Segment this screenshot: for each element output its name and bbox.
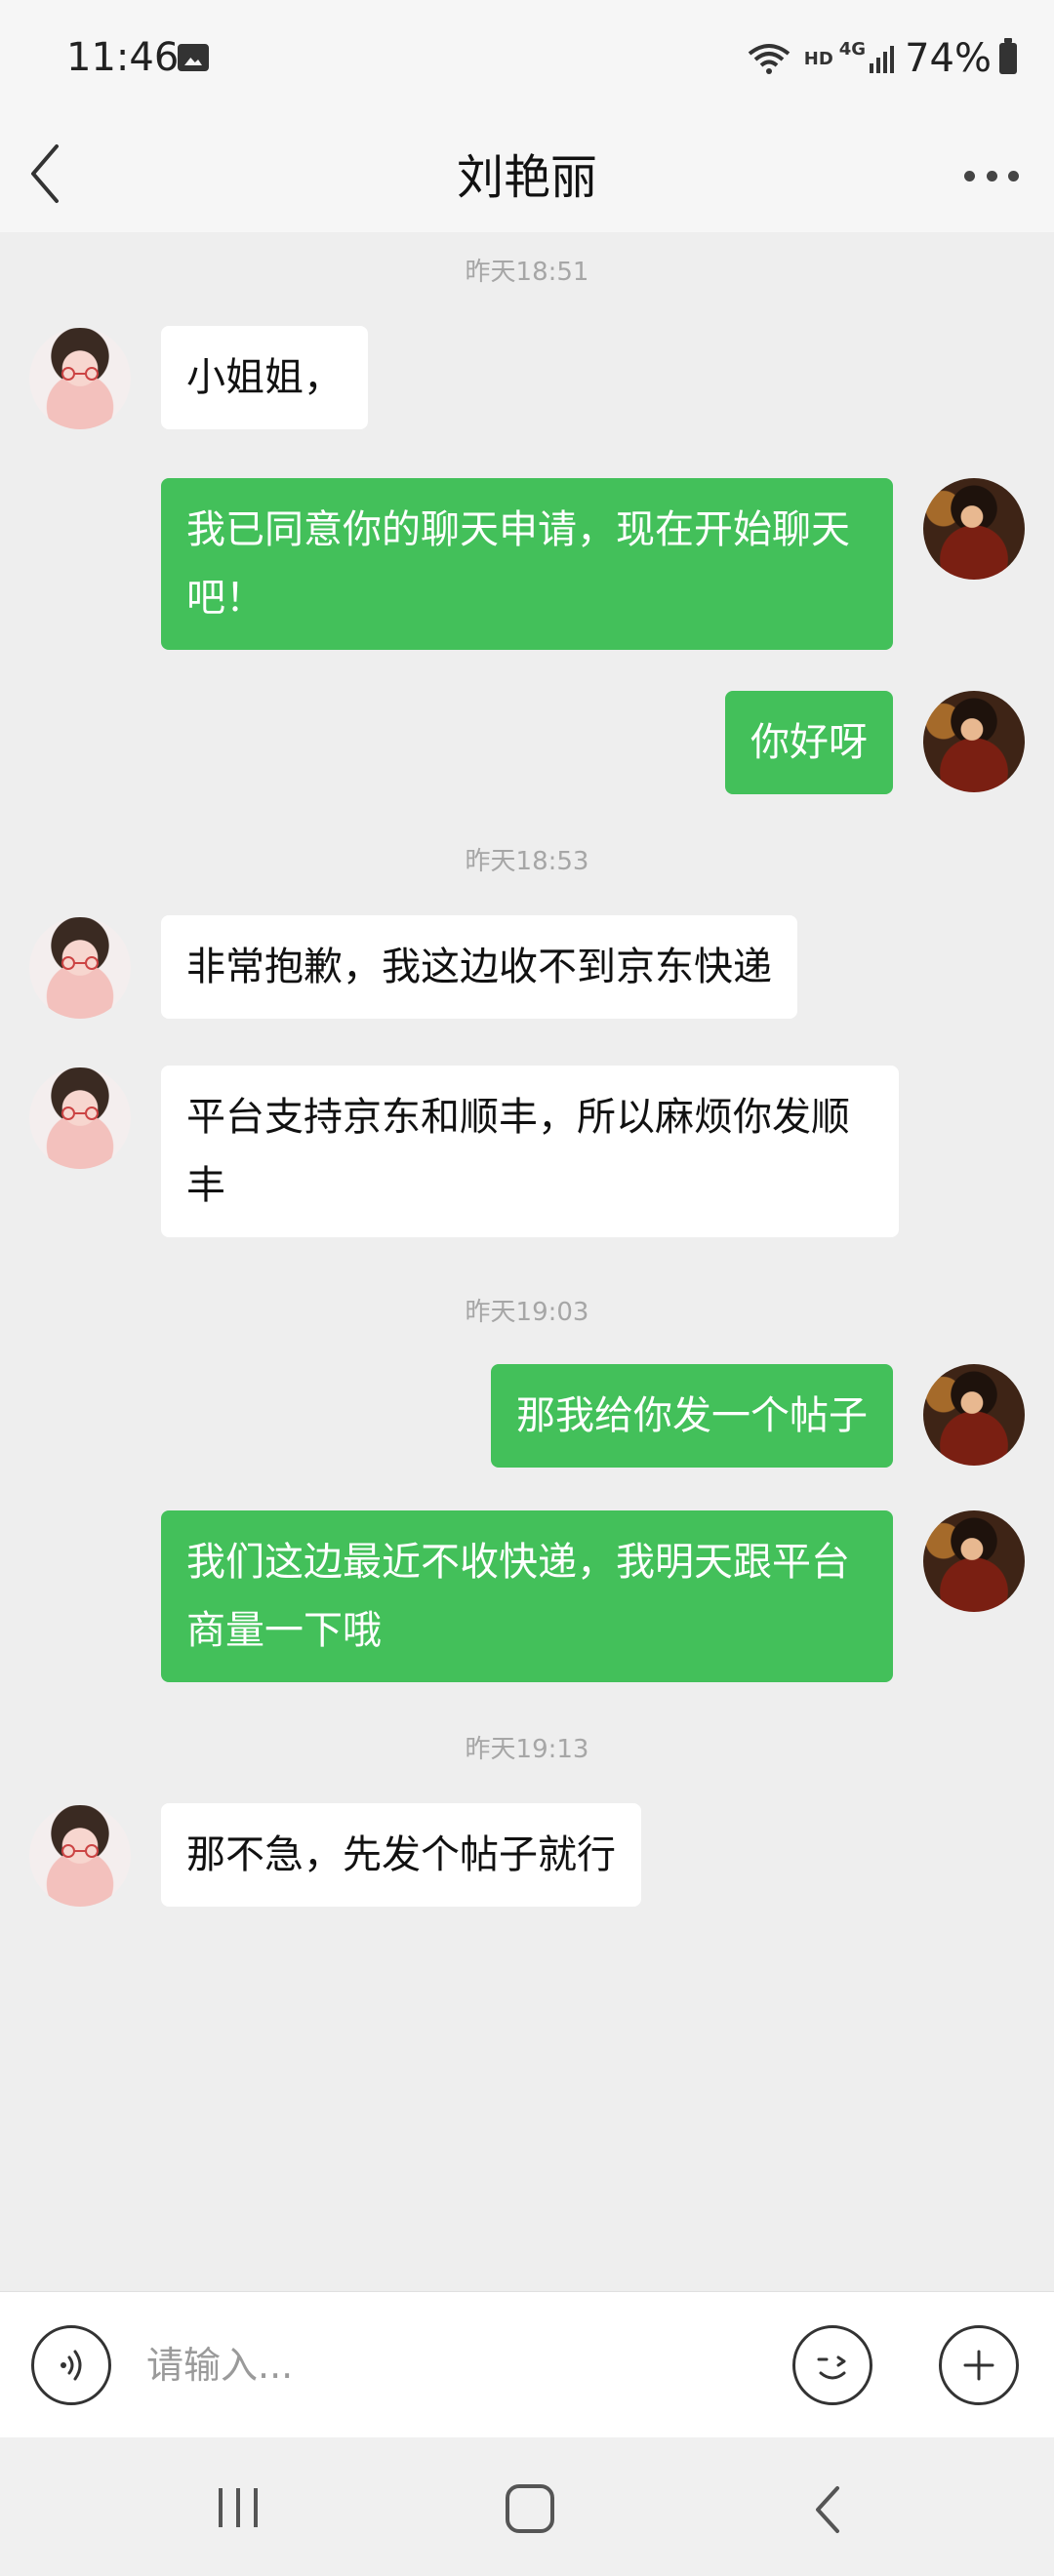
message-timestamp: 昨天19:03: [465, 1298, 589, 1327]
chat-messages[interactable]: 昨天18:51 小姐姐， 我已同意你的聊天申请，现在开始聊天吧！ 你好呀 昨天1…: [0, 232, 1054, 2291]
message-timestamp: 昨天18:51: [465, 258, 589, 287]
my-avatar[interactable]: [923, 691, 1025, 792]
message-timestamp: 昨天19:13: [465, 1735, 589, 1764]
contact-avatar[interactable]: [29, 1067, 131, 1169]
nav-back-icon[interactable]: [810, 2482, 845, 2537]
status-indicators: HD 4G 74%: [748, 35, 1017, 82]
outgoing-message[interactable]: 你好呀: [725, 691, 893, 794]
voice-icon: [61, 2350, 82, 2381]
incoming-message[interactable]: 那不急，先发个帖子就行: [161, 1803, 641, 1907]
contact-avatar[interactable]: [29, 328, 131, 429]
hd-indicator: HD: [803, 48, 833, 69]
home-icon[interactable]: [506, 2484, 554, 2533]
incoming-message[interactable]: 平台支持京东和顺丰，所以麻烦你发顺丰: [161, 1066, 899, 1237]
status-time: 11:46: [66, 35, 180, 80]
status-bar: 11:46 HD 4G 74%: [0, 0, 1054, 115]
incoming-message[interactable]: 非常抱歉，我这边收不到京东快递: [161, 915, 797, 1019]
emoji-icon: [817, 2355, 846, 2380]
message-input[interactable]: [146, 2329, 751, 2401]
outgoing-message[interactable]: 那我给你发一个帖子: [491, 1364, 893, 1468]
incoming-message[interactable]: 小姐姐，: [161, 326, 368, 429]
signal-icon: [870, 46, 895, 73]
wifi-icon: [748, 44, 790, 74]
contact-avatar[interactable]: [29, 1805, 131, 1907]
message-timestamp: 昨天18:53: [465, 847, 589, 876]
chat-header: 刘艳丽: [0, 115, 1054, 232]
recent-apps-icon[interactable]: [215, 2486, 262, 2529]
voice-button[interactable]: [31, 2325, 111, 2405]
battery-icon: [999, 38, 1017, 74]
chat-title: 刘艳丽: [456, 150, 597, 205]
my-avatar[interactable]: [923, 478, 1025, 580]
more-icon[interactable]: [964, 156, 1019, 195]
outgoing-message[interactable]: 我们这边最近不收快递，我明天跟平台商量一下哦: [161, 1510, 893, 1682]
outgoing-message[interactable]: 我已同意你的聊天申请，现在开始聊天吧！: [161, 478, 893, 650]
emoji-button[interactable]: [792, 2325, 872, 2405]
my-avatar[interactable]: [923, 1364, 1025, 1466]
contact-avatar[interactable]: [29, 917, 131, 1019]
image-notification-icon: [178, 44, 209, 71]
battery-percent: 74%: [905, 36, 992, 81]
message-input-bar: [0, 2291, 1054, 2437]
plus-icon: [963, 2350, 994, 2381]
my-avatar[interactable]: [923, 1510, 1025, 1612]
network-type: 4G: [838, 38, 867, 60]
more-actions-button[interactable]: [939, 2325, 1019, 2405]
system-nav-bar: [0, 2437, 1054, 2576]
